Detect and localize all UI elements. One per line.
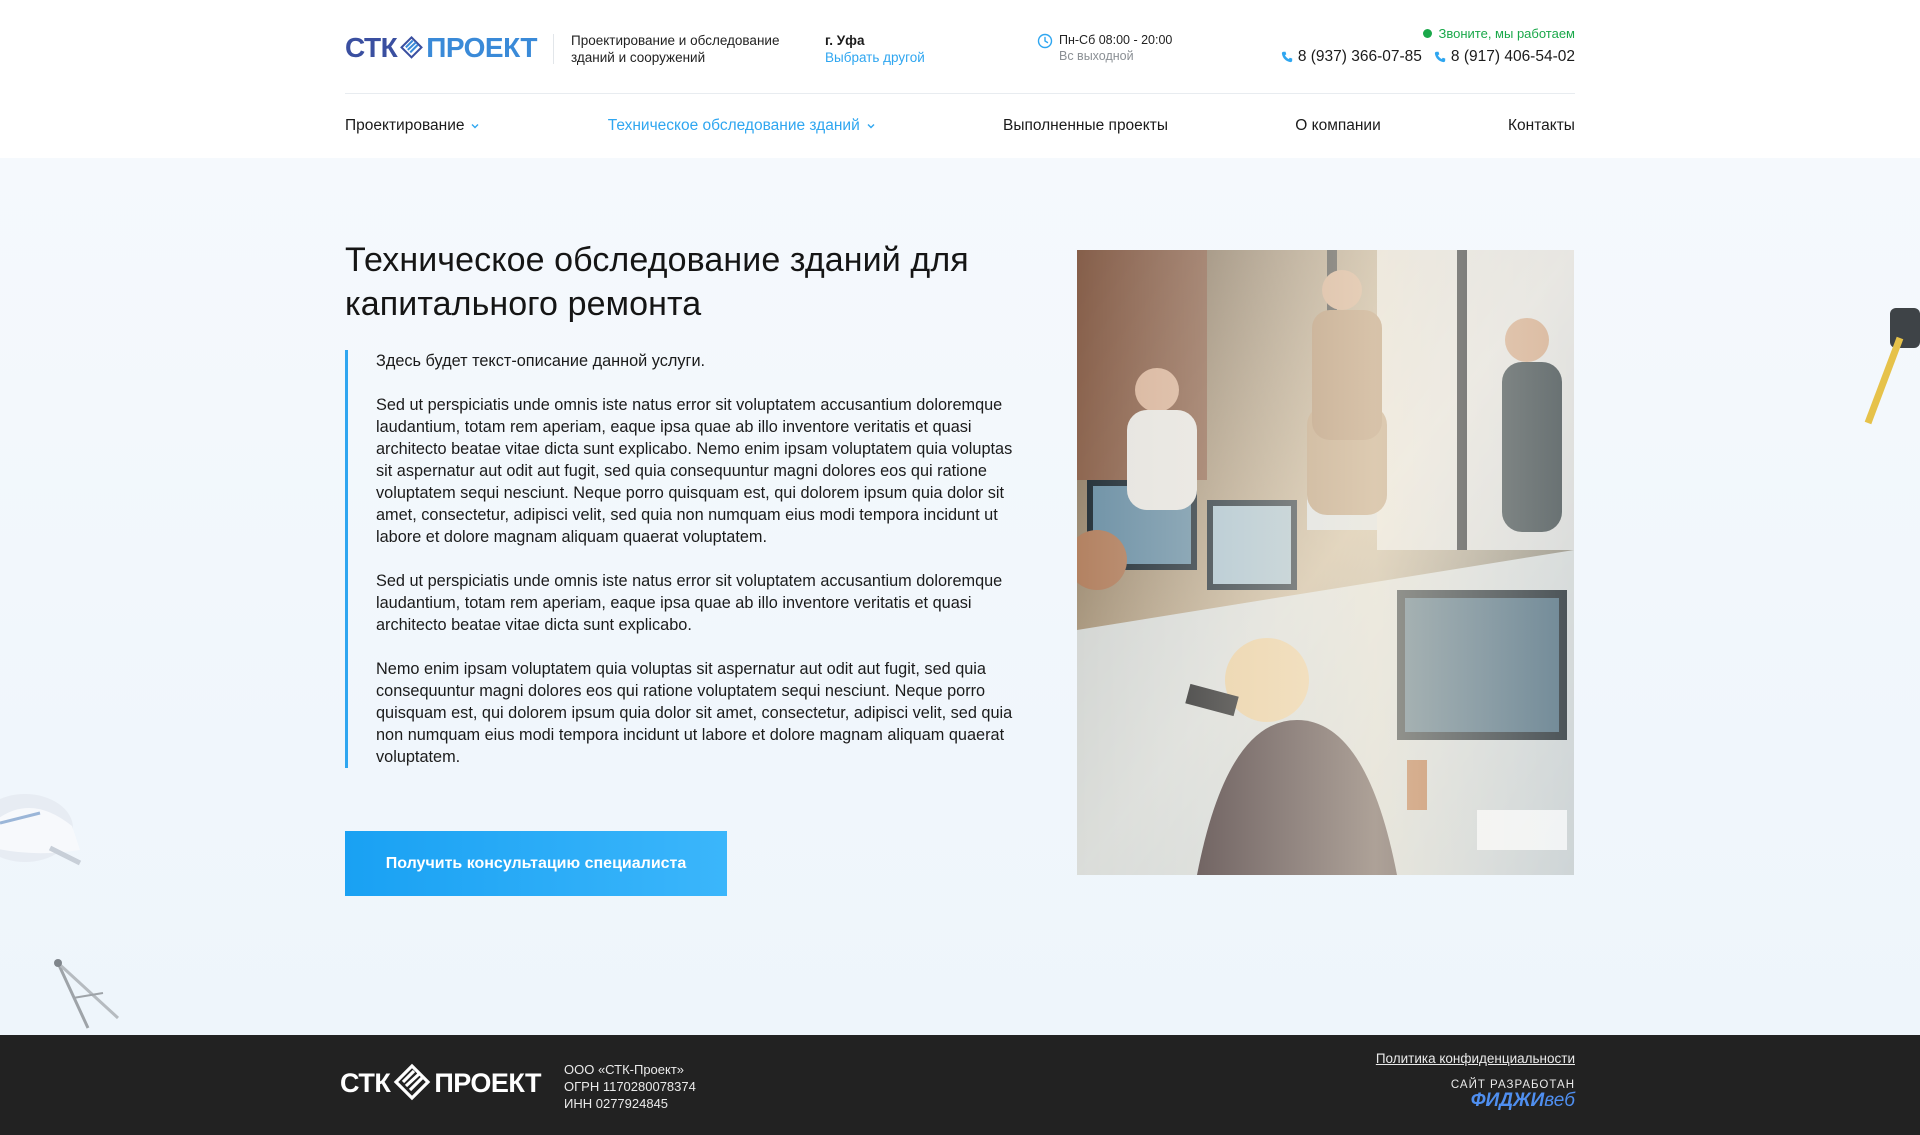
description-paragraph: Nemo enim ipsam voluptatem quia voluptas… xyxy=(376,660,1013,766)
tape-measure-decoration-icon xyxy=(1864,308,1920,425)
phone-list: 8 (937) 366-07-85 8 (917) 406-54-02 xyxy=(1281,48,1575,66)
nav-item-contacts[interactable]: Контакты xyxy=(1508,117,1575,135)
description-paragraph: Sed ut perspiciatis unde omnis iste natu… xyxy=(376,396,1013,546)
call-status: Звоните, мы работаем xyxy=(1422,26,1576,41)
phone-icon xyxy=(1434,51,1446,63)
company-inn: ИНН 0277924845 xyxy=(564,1096,669,1111)
compass-decoration-icon xyxy=(54,959,120,1029)
consultation-button[interactable]: Получить консультацию специалиста xyxy=(345,831,727,896)
description-paragraph: Sed ut perspiciatis unde omnis iste natu… xyxy=(376,572,1003,634)
nav-item-label: Выполненные проекты xyxy=(1002,117,1168,134)
company-name: ООО «СТК-Проект» xyxy=(564,1062,685,1077)
current-city: г. Уфа xyxy=(825,33,865,48)
developer-brand-link[interactable]: ФИДЖИвеб xyxy=(1471,1090,1575,1112)
header-divider xyxy=(553,34,554,64)
logo-text-right: ПРОЕКТ xyxy=(434,1067,542,1098)
clock-icon xyxy=(1037,33,1053,49)
phone-number: 8 (917) 406-54-02 xyxy=(1450,48,1575,65)
nav-item-about[interactable]: О компании xyxy=(1295,117,1381,135)
phone-icon xyxy=(1281,51,1293,63)
header-top-bar: СТК ПРОЕКТ Проектирование и обследование… xyxy=(345,0,1575,94)
call-status-text: Звоните, мы работаем xyxy=(1438,26,1576,41)
nav-item-label: Контакты xyxy=(1508,117,1575,134)
main-navigation: Проектирование Техническое обследование … xyxy=(345,94,1575,158)
nav-item-label: Техническое обследование зданий xyxy=(607,117,860,134)
chevron-down-icon xyxy=(867,124,875,129)
nav-item-completed-projects[interactable]: Выполненные проекты xyxy=(1003,117,1168,135)
hours-sunday: Вс выходной xyxy=(1059,49,1134,63)
office-team-photo xyxy=(1077,250,1574,875)
phone-link-2[interactable]: 8 (917) 406-54-02 xyxy=(1434,48,1575,66)
phone-link-1[interactable]: 8 (937) 366-07-85 xyxy=(1281,48,1422,66)
logo-text-left: СТК xyxy=(340,1067,391,1098)
company-details: ООО «СТК-Проект» ОГРН 1170280078374 ИНН … xyxy=(564,1061,696,1112)
developer-brand-bold: ФИДЖИ xyxy=(1470,1090,1545,1111)
privacy-policy-link[interactable]: Политика конфиденциальности xyxy=(1376,1051,1575,1066)
working-hours: Пн-Сб 08:00 - 20:00 Вс выходной xyxy=(1037,32,1172,64)
hours-weekdays: Пн-Сб 08:00 - 20:00 xyxy=(1059,33,1173,47)
online-status-dot xyxy=(1422,29,1432,38)
nav-item-design[interactable]: Проектирование xyxy=(345,117,480,135)
nav-item-technical-inspection[interactable]: Техническое обследование зданий xyxy=(608,117,876,135)
service-section: Техническое обследование зданий для капи… xyxy=(0,158,1920,1035)
footer-logo[interactable]: СТК ПРОЕКТ xyxy=(340,1063,542,1103)
city-selector: г. Уфа Выбрать другой xyxy=(825,32,925,66)
page-title: Техническое обследование зданий для капи… xyxy=(345,241,969,323)
service-description: Здесь будет текст-описание данной услуги… xyxy=(345,350,1015,768)
site-header: СТК ПРОЕКТ Проектирование и обследование… xyxy=(0,0,1920,158)
helmet-decoration-icon xyxy=(0,794,82,866)
site-footer: СТК ПРОЕКТ ООО «СТК-Проект» ОГРН 1170280… xyxy=(0,1035,1920,1135)
company-ogrn: ОГРН 1170280078374 xyxy=(564,1079,696,1094)
description-paragraph: Здесь будет текст-описание данной услуги… xyxy=(376,352,706,370)
chevron-down-icon xyxy=(471,124,479,129)
phone-number: 8 (937) 366-07-85 xyxy=(1297,48,1422,65)
logo-mark-icon xyxy=(394,1063,431,1101)
nav-item-label: Проектирование xyxy=(345,117,465,134)
office-photo-illustration xyxy=(1077,250,1574,875)
change-city-link[interactable]: Выбрать другой xyxy=(825,49,925,66)
site-logo[interactable]: СТК ПРОЕКТ xyxy=(345,28,537,68)
logo-text-left: СТК xyxy=(345,32,398,63)
company-tagline: Проектирование и обследование зданий и с… xyxy=(571,33,780,65)
logo-text-right: ПРОЕКТ xyxy=(426,32,537,63)
nav-item-label: О компании xyxy=(1295,117,1381,134)
logo-mark-icon xyxy=(400,35,424,59)
developer-brand-light: веб xyxy=(1544,1090,1575,1111)
